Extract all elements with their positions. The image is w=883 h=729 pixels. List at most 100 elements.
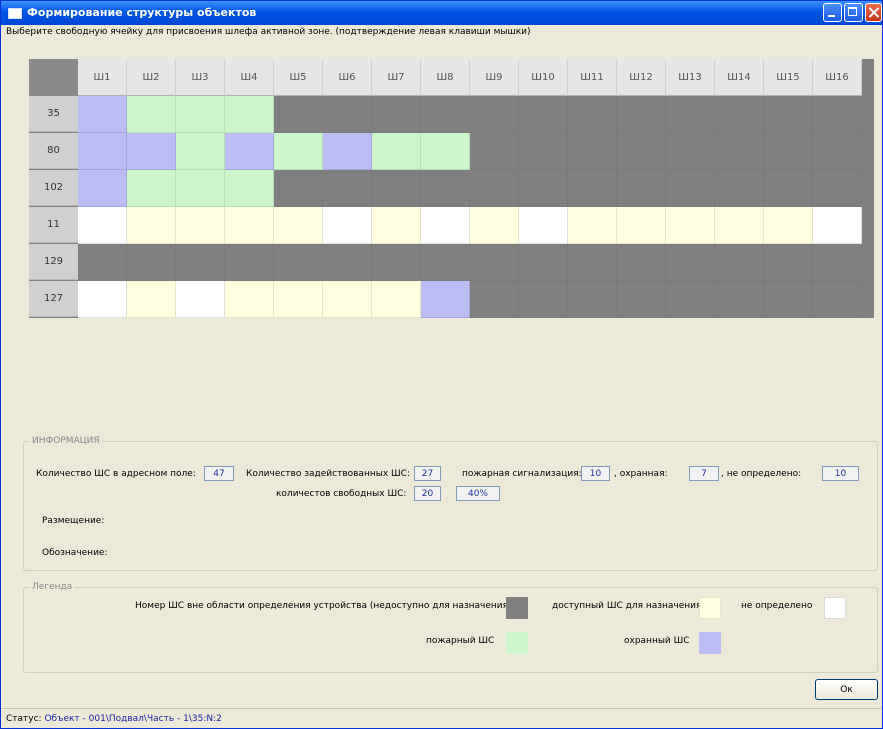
grid-cell[interactable] [764,207,813,244]
grid-cell[interactable] [813,207,862,244]
grid-cell[interactable] [78,133,127,170]
grid-cell[interactable] [470,281,519,318]
grid-cell[interactable] [78,96,127,133]
grid-cell[interactable] [666,207,715,244]
grid-cell[interactable] [568,281,617,318]
grid-cell[interactable] [519,281,568,318]
grid-cell[interactable] [764,96,813,133]
grid-cell[interactable] [176,133,225,170]
grid-cell[interactable] [372,96,421,133]
grid-cell[interactable] [372,244,421,281]
grid-cell[interactable] [176,281,225,318]
grid-cell[interactable] [421,133,470,170]
grid-cell[interactable] [421,96,470,133]
grid-cell[interactable] [225,207,274,244]
grid-cell[interactable] [617,244,666,281]
grid-cell[interactable] [323,281,372,318]
grid-cell[interactable] [323,207,372,244]
grid-cell[interactable] [323,170,372,207]
grid-cell[interactable] [764,244,813,281]
grid-cell[interactable] [78,207,127,244]
grid-cell[interactable] [519,96,568,133]
ok-button[interactable]: Ок [815,679,878,700]
title-bar[interactable]: Формирование структуры объектов [1,1,882,25]
grid-cell[interactable] [225,281,274,318]
grid-cell[interactable] [568,244,617,281]
grid-cell[interactable] [568,96,617,133]
grid-cell[interactable] [78,281,127,318]
grid-cell[interactable] [519,170,568,207]
grid-cell[interactable] [617,170,666,207]
grid-cell[interactable] [813,281,862,318]
grid-cell[interactable] [666,133,715,170]
grid-cell[interactable] [666,96,715,133]
grid-cell[interactable] [225,133,274,170]
grid-cell[interactable] [127,170,176,207]
minimize-button[interactable] [823,3,842,22]
grid-cell[interactable] [421,244,470,281]
grid-cell[interactable] [323,133,372,170]
grid-cell[interactable] [274,281,323,318]
grid-cell[interactable] [813,96,862,133]
grid-cell[interactable] [519,207,568,244]
grid-cell[interactable] [372,207,421,244]
grid-cell[interactable] [176,96,225,133]
grid-cell[interactable] [666,281,715,318]
grid-cell[interactable] [225,244,274,281]
grid-cell[interactable] [568,133,617,170]
grid-cell[interactable] [813,170,862,207]
grid-cell[interactable] [470,170,519,207]
grid-cell[interactable] [666,170,715,207]
grid-cell[interactable] [372,281,421,318]
grid-cell[interactable] [421,207,470,244]
grid-cell[interactable] [274,133,323,170]
grid-cell[interactable] [813,244,862,281]
grid-cell[interactable] [764,133,813,170]
grid-cell[interactable] [274,207,323,244]
grid-cell[interactable] [225,96,274,133]
grid-cell[interactable] [715,96,764,133]
grid-cell[interactable] [715,133,764,170]
grid-cell[interactable] [617,207,666,244]
grid-cell[interactable] [274,96,323,133]
grid-cell[interactable] [715,170,764,207]
grid-cell[interactable] [176,207,225,244]
grid-cell[interactable] [715,207,764,244]
grid-cell[interactable] [617,96,666,133]
grid-cell[interactable] [470,96,519,133]
grid-cell[interactable] [813,133,862,170]
grid-cell[interactable] [715,244,764,281]
close-button[interactable] [865,3,882,22]
grid-cell[interactable] [715,281,764,318]
grid-cell[interactable] [372,170,421,207]
grid-cell[interactable] [470,244,519,281]
grid-cell[interactable] [323,96,372,133]
grid-cell[interactable] [421,281,470,318]
grid-cell[interactable] [127,244,176,281]
grid-cell[interactable] [764,170,813,207]
grid-cell[interactable] [519,244,568,281]
grid-cell[interactable] [617,133,666,170]
grid-cell[interactable] [225,170,274,207]
grid-cell[interactable] [372,133,421,170]
grid-cell[interactable] [78,170,127,207]
grid-cell[interactable] [519,133,568,170]
grid-cell[interactable] [274,170,323,207]
grid-cell[interactable] [421,170,470,207]
maximize-button[interactable] [844,3,863,22]
grid-cell[interactable] [764,281,813,318]
grid-cell[interactable] [127,281,176,318]
grid-cell[interactable] [666,244,715,281]
grid-cell[interactable] [470,207,519,244]
grid-cell[interactable] [127,133,176,170]
grid-cell[interactable] [470,133,519,170]
grid-cell[interactable] [176,170,225,207]
grid-cell[interactable] [568,207,617,244]
grid-cell[interactable] [127,207,176,244]
grid-cell[interactable] [568,170,617,207]
grid-cell[interactable] [323,244,372,281]
grid-cell[interactable] [176,244,225,281]
grid-cell[interactable] [78,244,127,281]
grid-cell[interactable] [274,244,323,281]
grid-cell[interactable] [127,96,176,133]
